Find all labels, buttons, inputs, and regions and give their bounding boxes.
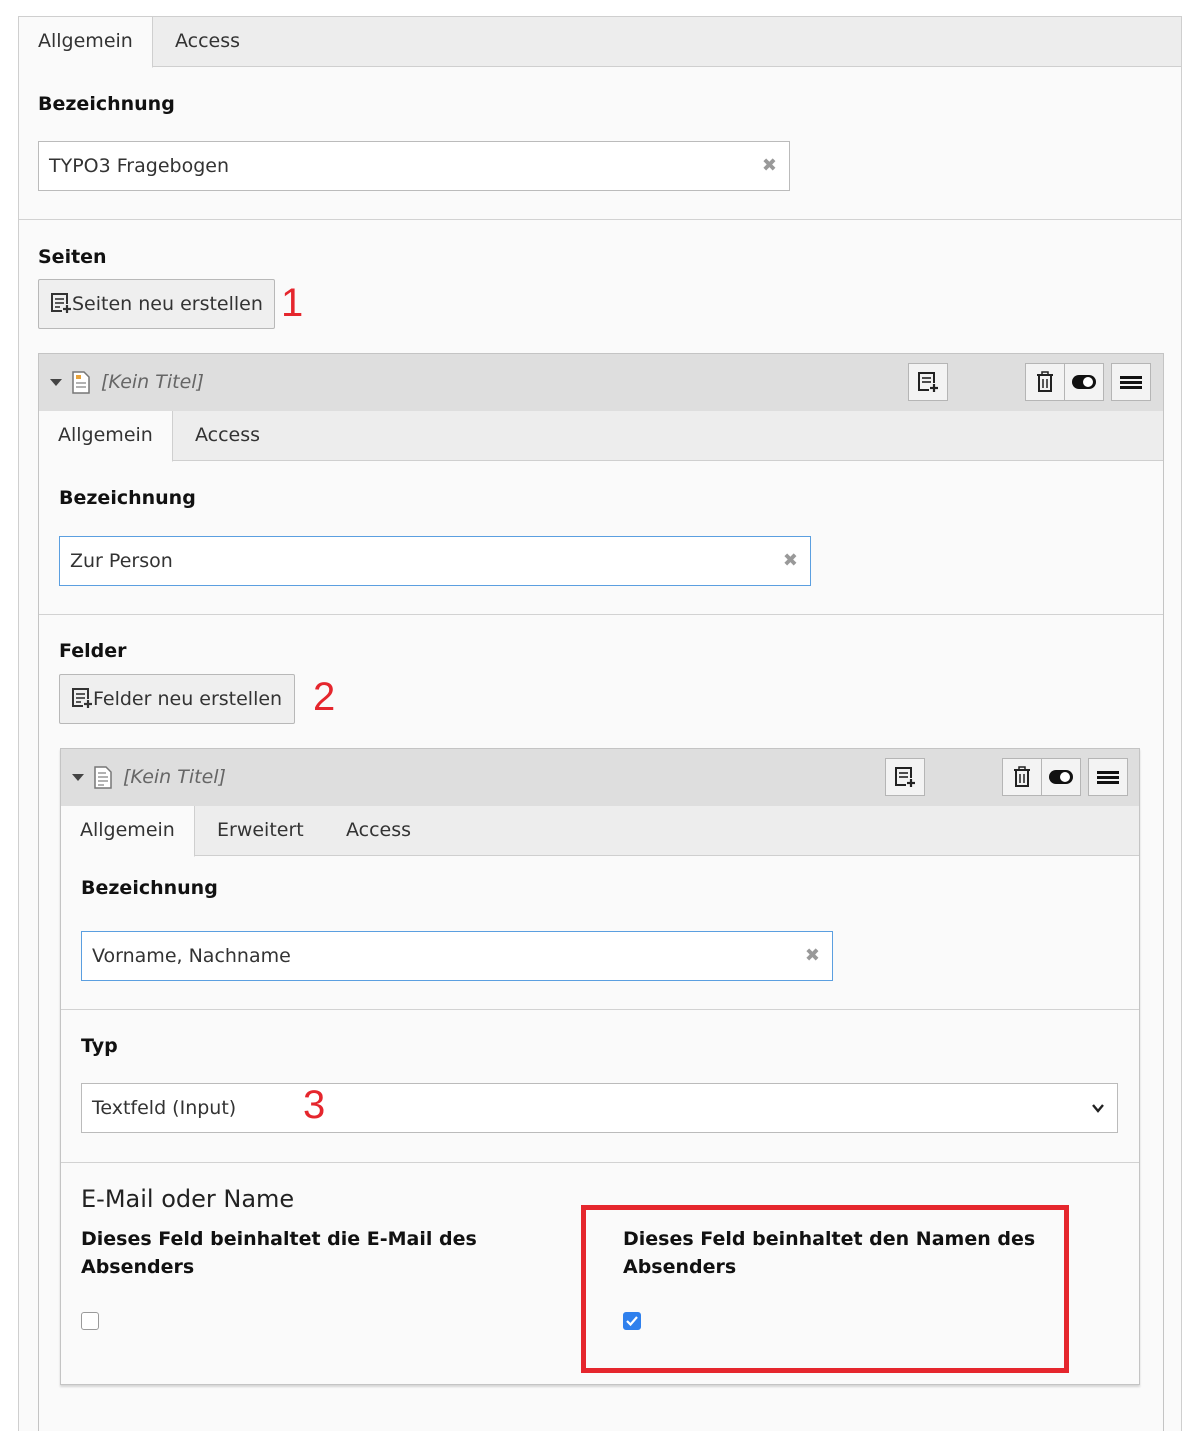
bezeichnung-value: TYPO3 Fragebogen [49,155,229,177]
drag-handle-icon [1097,771,1119,784]
clear-icon[interactable]: ✖ [762,142,777,190]
outer-tabbar: Allgemein Access [19,17,1181,68]
email-checkbox-label: Dieses Feld beinhaltet die E-Mail des Ab… [81,1228,477,1278]
felder-neu-erstellen-button[interactable]: Felder neu erstellen [59,674,295,724]
delete-button[interactable] [1025,363,1065,401]
delete-button[interactable] [1002,758,1042,796]
divider [19,219,1181,220]
bezeichnung-input[interactable]: Vorname, Nachname ✖ [81,931,833,981]
tab-allgemein[interactable]: Allgemein [39,411,173,462]
typ-label: Typ [81,1035,118,1057]
bezeichnung-input[interactable]: Zur Person ✖ [59,536,811,586]
toggle-visibility-button[interactable] [1064,363,1104,401]
seiten-label: Seiten [38,246,107,268]
divider [61,1009,1139,1010]
drag-handle-button[interactable] [1111,363,1151,401]
new-record-icon [72,687,93,709]
toggle-icon [1049,770,1073,784]
bezeichnung-value: Vorname, Nachname [92,945,291,967]
new-record-button[interactable] [908,363,948,401]
trash-icon [1037,371,1053,392]
section-title: E-Mail oder Name [81,1185,295,1213]
field-record-title[interactable]: [Kein Titel] [123,749,226,806]
page-record-tabbar: Allgemein Access [39,411,1163,462]
field-record-tabbar: Allgemein Erweitert Access [61,806,1139,857]
toggle-icon [1072,375,1096,389]
page-record-title[interactable]: [Kein Titel] [101,354,204,411]
tab-access[interactable]: Access [327,806,430,856]
trash-icon [1014,766,1030,787]
typ-selected-value: Textfeld (Input) [92,1097,237,1119]
field-document-icon [94,766,112,789]
divider [61,1162,1139,1163]
annotation-marker-1: 1 [281,281,304,325]
drag-handle-button[interactable] [1088,758,1128,796]
bezeichnung-label: Bezeichnung [38,93,175,115]
page-record-header[interactable]: [Kein Titel] [39,354,1163,411]
clear-icon[interactable]: ✖ [783,537,798,585]
tab-access[interactable]: Access [156,17,259,67]
page-document-icon [72,371,90,394]
email-checkbox[interactable] [81,1312,99,1330]
felder-neu-erstellen-label: Felder neu erstellen [93,688,283,710]
tab-access[interactable]: Access [176,411,279,461]
felder-label: Felder [59,640,127,662]
drag-handle-icon [1120,376,1142,389]
new-record-button[interactable] [885,758,925,796]
tab-allgemein[interactable]: Allgemein [19,17,153,68]
new-record-icon [918,372,939,393]
bezeichnung-label: Bezeichnung [81,877,218,899]
new-record-icon [51,292,72,314]
bezeichnung-input[interactable]: TYPO3 Fragebogen ✖ [38,141,790,191]
tab-erweitert[interactable]: Erweitert [198,806,323,856]
collapse-caret-icon[interactable] [72,774,84,781]
annotation-marker-2: 2 [313,675,336,719]
bezeichnung-label: Bezeichnung [59,487,196,509]
annotation-marker-3: 3 [303,1083,326,1127]
divider [39,614,1163,615]
new-record-icon [895,767,916,788]
seiten-neu-erstellen-label: Seiten neu erstellen [72,293,263,315]
bezeichnung-value: Zur Person [70,550,173,572]
tab-allgemein[interactable]: Allgemein [61,806,195,857]
toggle-visibility-button[interactable] [1041,758,1081,796]
collapse-caret-icon[interactable] [50,379,62,386]
annotation-highlight-box [581,1205,1069,1373]
chevron-down-icon [1092,1104,1104,1113]
typ-select[interactable]: Textfeld (Input) [81,1083,1118,1133]
clear-icon[interactable]: ✖ [805,932,820,980]
seiten-neu-erstellen-button[interactable]: Seiten neu erstellen [38,279,275,329]
field-record-header[interactable]: [Kein Titel] [61,749,1139,806]
